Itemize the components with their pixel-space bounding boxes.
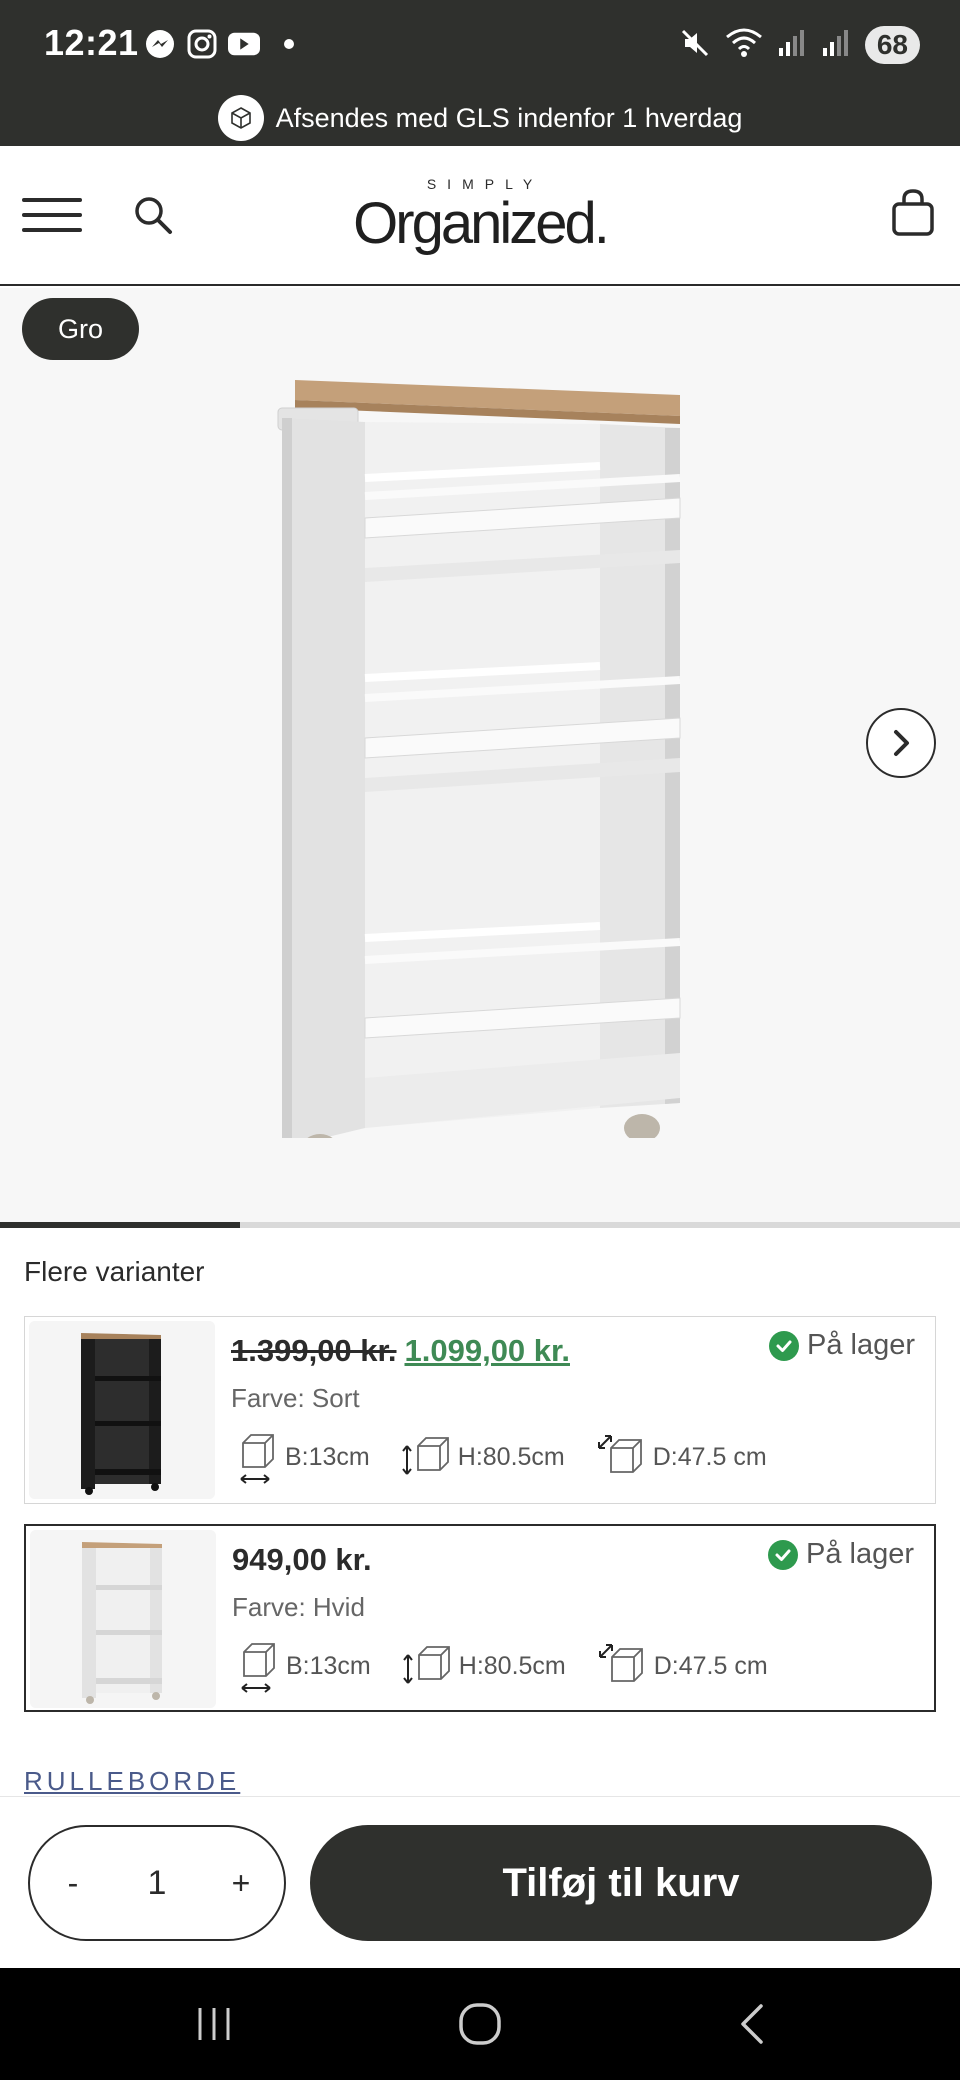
search-button[interactable]	[132, 194, 174, 236]
add-to-cart-button[interactable]: Tilføj til kurv	[310, 1825, 932, 1941]
variant-thumbnail	[29, 1321, 215, 1499]
logo-small-text: SIMPLY	[426, 176, 544, 192]
recent-apps-icon	[198, 2008, 230, 2040]
battery-indicator: 68	[864, 26, 920, 64]
add-to-cart-bar: - 1 + Tilføj til kurv	[0, 1796, 960, 1968]
product-gallery[interactable]: Gro	[0, 288, 960, 1228]
quantity-stepper: - 1 +	[28, 1825, 286, 1941]
dimension-depth-label: D:47.5 cm	[653, 1651, 768, 1680]
dimension-width-label: B:13cm	[286, 1651, 371, 1680]
youtube-icon	[228, 28, 260, 60]
back-button[interactable]	[722, 1998, 782, 2050]
signal-icon	[821, 28, 851, 63]
search-icon	[135, 197, 172, 234]
variant-sale-price[interactable]: 1.099,00 kr.	[405, 1333, 571, 1369]
logo-text: Organized.	[353, 191, 610, 256]
gallery-progress	[0, 1222, 960, 1228]
variant-current-price: 949,00 kr.	[232, 1542, 372, 1577]
dimension-height-label: H:80.5cm	[458, 1651, 566, 1680]
variant-card-white[interactable]: 949,00 kr. På lager Farve: Hvid B:13cm H…	[24, 1524, 936, 1712]
menu-line	[22, 228, 82, 232]
dimension-height: H:80.5cm	[400, 1432, 565, 1482]
width-icon	[240, 1434, 274, 1484]
variant-stock-label: På lager	[805, 1538, 914, 1570]
product-tag: Gro	[22, 298, 140, 360]
variant-price: 1.399,00 kr. 1.099,00 kr.	[231, 1333, 570, 1369]
dimension-depth-label: D:47.5 cm	[652, 1442, 767, 1471]
shopping-bag-icon	[892, 189, 934, 236]
home-button[interactable]	[450, 1998, 510, 2050]
variant-dimensions: B:13cm H:80.5cm D:47.5 cm	[236, 1638, 798, 1694]
chevron-right-icon	[894, 730, 909, 756]
system-nav-bar	[0, 1968, 960, 2080]
category-link[interactable]: RULLEBORDE	[24, 1766, 240, 1797]
variant-stock-label: På lager	[806, 1329, 915, 1361]
status-time: 12:21	[44, 22, 139, 63]
dimension-width-label: B:13cm	[285, 1442, 370, 1471]
variant-card-black[interactable]: 1.399,00 kr. 1.099,00 kr. På lager Farve…	[24, 1316, 936, 1504]
status-bar: 12:21 68	[0, 0, 960, 90]
site-logo[interactable]: SIMPLY Organized.	[340, 176, 620, 254]
instagram-icon	[186, 28, 218, 60]
notification-dot-icon	[284, 39, 294, 49]
quantity-increase-button[interactable]: +	[226, 1865, 256, 1902]
dimension-height: H:80.5cm	[401, 1641, 566, 1691]
dimension-width: B:13cm	[236, 1638, 371, 1694]
menu-line	[22, 198, 82, 202]
variant-old-price: 1.399,00 kr.	[231, 1333, 397, 1368]
check-circle-icon	[768, 1330, 799, 1361]
variant-dimensions: B:13cm H:80.5cm D:47.5 cm	[235, 1429, 797, 1485]
dimension-depth: D:47.5 cm	[596, 1641, 768, 1691]
dimension-depth: D:47.5 cm	[595, 1432, 767, 1482]
variant-price: 949,00 kr.	[232, 1542, 372, 1578]
recent-apps-button[interactable]	[184, 1998, 244, 2050]
messenger-icon	[144, 28, 176, 60]
check-circle-icon	[767, 1539, 798, 1570]
variant-stock-status: På lager	[768, 1329, 915, 1362]
back-arrow-icon	[741, 2004, 763, 2044]
variant-color: Farve: Sort	[231, 1383, 360, 1413]
announcement-text: Afsendes med GLS indenfor 1 hverdag	[275, 102, 743, 133]
depth-icon	[597, 1435, 642, 1473]
cart-button[interactable]	[890, 188, 936, 238]
product-image	[277, 380, 681, 1138]
announcement-bar: Afsendes med GLS indenfor 1 hverdag	[0, 90, 960, 146]
height-icon	[401, 1437, 449, 1475]
wifi-icon	[725, 27, 763, 64]
variant-color: Farve: Hvid	[232, 1592, 365, 1622]
menu-button[interactable]	[22, 198, 82, 232]
depth-icon	[598, 1644, 643, 1682]
site-header: SIMPLY Organized.	[0, 146, 960, 286]
quantity-decrease-button[interactable]: -	[58, 1865, 88, 1902]
variant-thumbnail	[30, 1530, 216, 1708]
width-icon	[241, 1643, 275, 1693]
dimension-width: B:13cm	[235, 1429, 370, 1485]
dimension-height-label: H:80.5cm	[457, 1442, 565, 1471]
signal-icon	[777, 28, 807, 63]
menu-line	[22, 213, 82, 217]
quantity-value[interactable]: 1	[148, 1864, 167, 1903]
mute-icon	[679, 27, 711, 64]
next-image-button[interactable]	[866, 708, 936, 778]
height-icon	[402, 1646, 450, 1684]
variant-stock-status: På lager	[767, 1538, 914, 1571]
gallery-progress-fill	[0, 1222, 240, 1228]
package-icon	[217, 95, 264, 141]
variants-heading: Flere varianter	[24, 1256, 205, 1287]
home-icon	[459, 2003, 501, 2045]
